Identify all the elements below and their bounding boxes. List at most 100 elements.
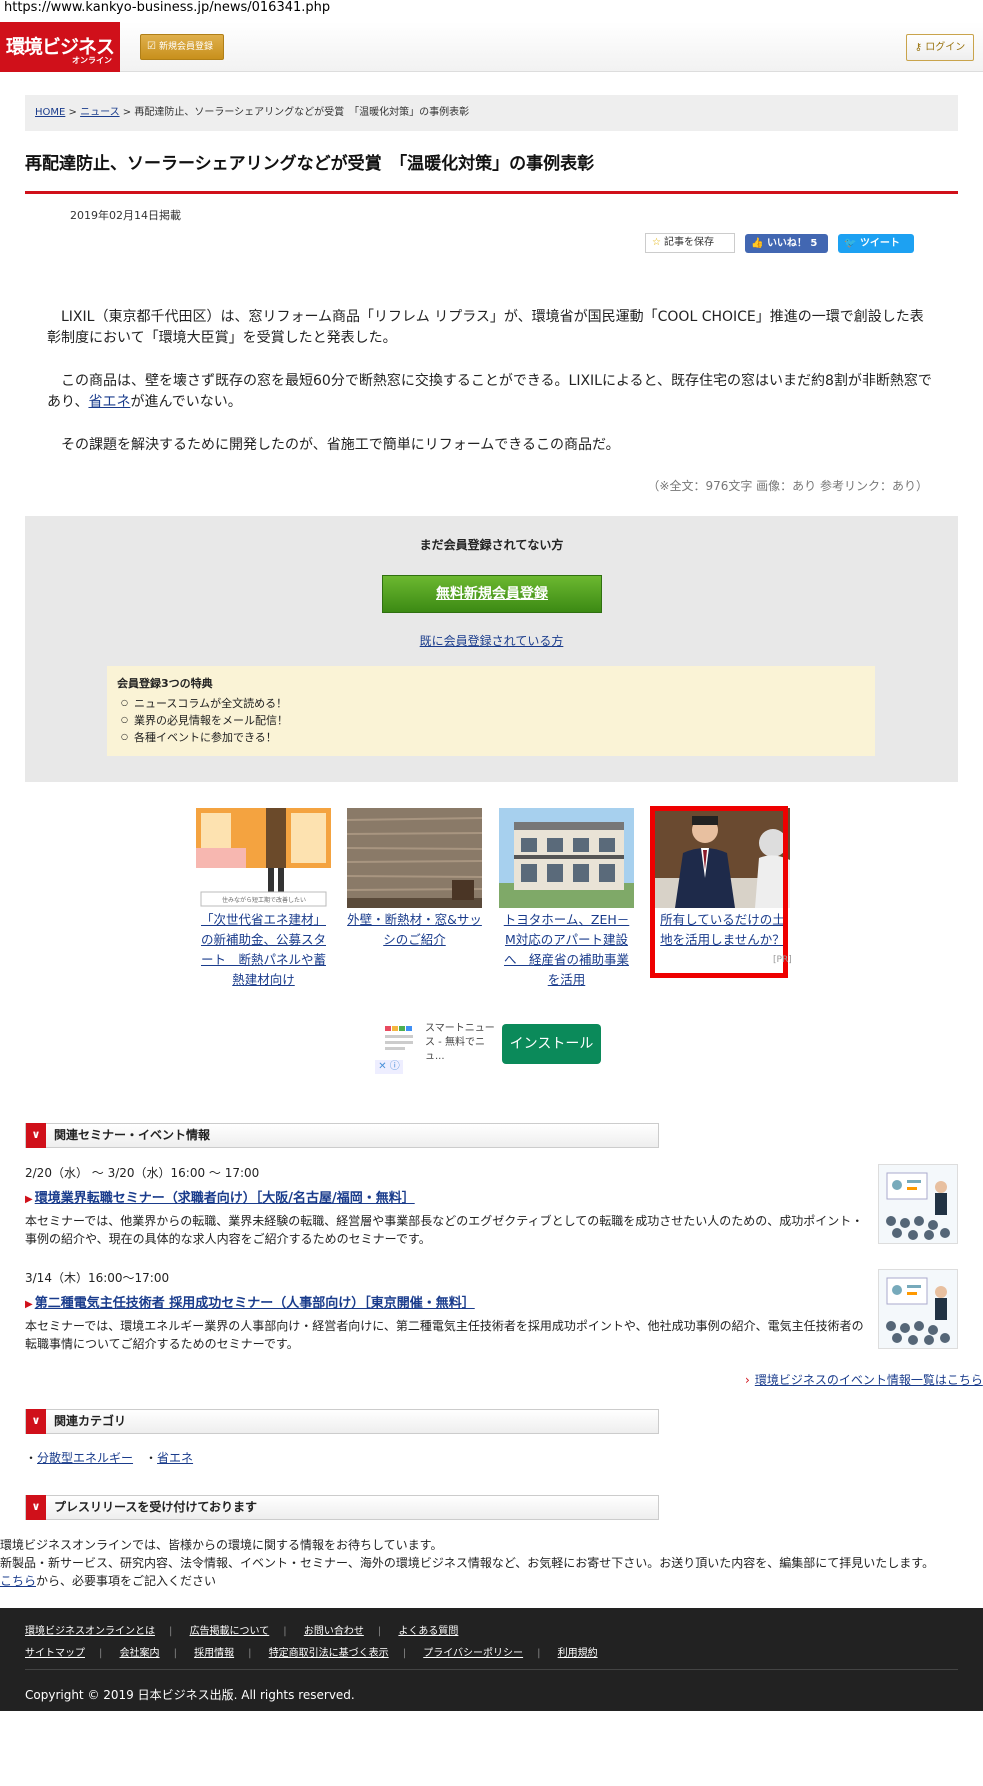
ad-link-text[interactable]: 外壁・断熱材・窓&サッシのご紹介 bbox=[347, 910, 482, 950]
facebook-like-button[interactable]: 👍 いいね！ 5 bbox=[745, 234, 828, 253]
ad-close-icon[interactable]: ✕ ⓘ bbox=[375, 1060, 403, 1074]
ad-image-wall[interactable] bbox=[347, 808, 482, 908]
breadcrumb-current: 再配達防止、ソーラーシェアリングなどが受賞 「温暖化対策」の事例表彰 bbox=[134, 107, 470, 118]
event-title[interactable]: 環境業界転職セミナー（求職者向け）［大阪/名古屋/福岡・無料］ bbox=[35, 1191, 415, 1206]
event-title-link[interactable]: ▶ 第二種電気主任技術者 採用成功セミナー（人事部向け）［東京開催・無料］ bbox=[25, 1292, 475, 1311]
ad-item-2[interactable]: 外壁・断熱材・窓&サッシのご紹介 bbox=[347, 808, 482, 950]
page-title: 再配達防止、ソーラーシェアリングなどが受賞 「温暖化対策」の事例表彰 bbox=[25, 154, 595, 174]
ad-image-apartment[interactable] bbox=[499, 808, 634, 908]
login-label: ログイン bbox=[925, 42, 966, 53]
footer-link[interactable]: 採用情報 bbox=[194, 1648, 234, 1659]
event-title[interactable]: 第二種電気主任技術者 採用成功セミナー（人事部向け）［東京開催・無料］ bbox=[35, 1296, 475, 1311]
footer-link[interactable]: お問い合わせ bbox=[304, 1626, 364, 1637]
press-here-link[interactable]: こちら bbox=[0, 1574, 36, 1588]
section-header-seminars: ∨ 関連セミナー・イベント情報 bbox=[25, 1123, 659, 1148]
key-icon: ⚷ bbox=[914, 42, 926, 53]
smartnews-app-icon bbox=[383, 1024, 417, 1058]
ad-link-text[interactable]: トヨタホーム、ZEH－M対応のアパート建設へ 経産省の補助事業を活用 bbox=[499, 910, 634, 990]
twitter-bird-icon: 🐦 bbox=[844, 238, 860, 249]
chevron-right-icon: › bbox=[745, 1373, 750, 1387]
breadcrumb-home[interactable]: HOME bbox=[35, 107, 65, 118]
footer-divider bbox=[25, 1669, 958, 1670]
register-label: 新規会員登録 bbox=[158, 42, 213, 52]
footer-link[interactable]: 特定商取引法に基づく表示 bbox=[269, 1648, 389, 1659]
ad-link-text[interactable]: 「次世代省エネ建材」の新補助金、公募スタート 断熱パネルや蓄熱建材向け bbox=[196, 910, 331, 990]
copyright: Copyright © 2019 日本ビジネス出版. All rights re… bbox=[25, 1688, 355, 1702]
registration-question: まだ会員登録されてない方 bbox=[419, 538, 564, 552]
category-link[interactable]: 省エネ bbox=[157, 1451, 193, 1465]
energy-saving-link[interactable]: 省エネ bbox=[88, 394, 130, 410]
login-button[interactable]: ⚷ ログイン bbox=[906, 34, 974, 61]
title-divider bbox=[25, 191, 958, 194]
event-description: 本セミナーでは、他業界からの転職、業界未経験の転職、経営層や事業部長などのエグゼ… bbox=[25, 1214, 864, 1246]
footer-link[interactable]: 利用規約 bbox=[558, 1648, 598, 1659]
seminar-illustration[interactable] bbox=[878, 1164, 958, 1244]
star-icon: ☆ bbox=[652, 237, 661, 248]
chevron-down-icon: ∨ bbox=[26, 1123, 46, 1148]
footer-link[interactable]: 会社案内 bbox=[120, 1648, 160, 1659]
arrow-icon: ▶ bbox=[25, 1194, 33, 1205]
highlight-frame bbox=[650, 806, 788, 978]
press-line-3: こちらから、必要事項をご記入ください bbox=[0, 1572, 983, 1590]
member-perks: 会員登録3つの特典 ニュースコラムが全文読める！ 業界の必見情報をメール配信！ … bbox=[107, 666, 875, 756]
install-button[interactable]: インストール bbox=[502, 1024, 601, 1064]
site-footer: 環境ビジネスオンラインとは | 広告掲載について | お問い合わせ | よくある質問 … bbox=[0, 1608, 983, 1711]
tweet-label: ツイート bbox=[859, 238, 900, 249]
footer-link[interactable]: サイトマップ bbox=[25, 1648, 85, 1659]
footer-link[interactable]: 環境ビジネスオンラインとは bbox=[25, 1626, 155, 1637]
section-title: 関連カテゴリ bbox=[54, 1414, 127, 1428]
registration-box: まだ会員登録されてない方 無料新規会員登録 既に会員登録されている方 会員登録3… bbox=[25, 516, 958, 782]
perks-title: 会員登録3つの特典 bbox=[117, 677, 213, 690]
event-list-link-wrap: › 環境ビジネスのイベント情報一覧はこちら bbox=[745, 1371, 983, 1388]
footer-link[interactable]: よくある質問 bbox=[398, 1626, 458, 1637]
chevron-down-icon: ∨ bbox=[26, 1495, 46, 1520]
seminar-illustration[interactable] bbox=[878, 1269, 958, 1349]
thumbs-up-icon: 👍 bbox=[751, 238, 767, 249]
footer-row-1: 環境ビジネスオンラインとは | 広告掲載について | お問い合わせ | よくある質問 bbox=[25, 1626, 459, 1637]
ad-item-1[interactable]: 住みながら短工期で改善したい 「次世代省エネ建材」の新補助金、公募スタート 断熱… bbox=[196, 808, 331, 990]
save-article-button[interactable]: ☆ 記事を保存 bbox=[645, 233, 735, 253]
section-header-press: ∨ プレスリリースを受け付けております bbox=[25, 1495, 659, 1520]
app-install-ad[interactable]: スマートニュース - 無料でニュ... インストール ✕ ⓘ bbox=[375, 1018, 605, 1076]
category-link[interactable]: 分散型エネルギー bbox=[37, 1451, 133, 1465]
check-icon: ☑ bbox=[147, 41, 156, 52]
press-line-1: 環境ビジネスオンラインでは、皆様からの環境に関する情報をお待ちしています。 bbox=[0, 1538, 443, 1552]
breadcrumb-news[interactable]: ニュース bbox=[80, 107, 120, 118]
ad-item-3[interactable]: トヨタホーム、ZEH－M対応のアパート建設へ 経産省の補助事業を活用 bbox=[499, 808, 634, 990]
save-label: 記事を保存 bbox=[663, 237, 714, 248]
app-ad-text: スマートニュース - 無料でニュ... bbox=[425, 1023, 495, 1062]
article-meta: （※全文：976文字 画像：あり 参考リンク：あり） bbox=[647, 479, 928, 493]
footer-link[interactable]: プライバシーポリシー bbox=[423, 1648, 523, 1659]
already-member-wrap: 既に会員登録されている方 bbox=[25, 632, 958, 649]
ad-pr-badge: [PR] bbox=[773, 955, 792, 965]
tweet-button[interactable]: 🐦 ツイート bbox=[838, 234, 914, 253]
logo-sub: オンライン bbox=[72, 56, 112, 65]
press-release-text: 環境ビジネスオンラインでは、皆様からの環境に関する情報をお待ちしています。 新製… bbox=[0, 1536, 983, 1590]
perk-item: 業界の必見情報をメール配信！ bbox=[121, 712, 865, 729]
article-paragraph-2: この商品は、壁を壊さず既存の窓を最短60分で断熱窓に交換することができる。LIX… bbox=[47, 371, 937, 413]
p2-text-b: が進んでいない。 bbox=[130, 394, 242, 410]
perk-item: ニュースコラムが全文読める！ bbox=[121, 695, 865, 712]
footer-row-2: サイトマップ | 会社案内 | 採用情報 | 特定商取引法に基づく表示 | プライバシー… bbox=[25, 1648, 598, 1659]
free-register-button[interactable]: 無料新規会員登録 bbox=[382, 575, 602, 613]
press-line-2: 新製品・新サービス、研究内容、法令情報、イベント・セミナー、海外の環境ビジネス情… bbox=[0, 1556, 935, 1570]
section-title: プレスリリースを受け付けております bbox=[54, 1500, 258, 1514]
already-member-link[interactable]: 既に会員登録されている方 bbox=[420, 634, 564, 648]
site-logo[interactable]: 環境ビジネス オンライン bbox=[0, 22, 120, 72]
chevron-down-icon: ∨ bbox=[26, 1409, 46, 1434]
article-date: 2019年02月14日掲載 bbox=[70, 209, 181, 222]
article-paragraph-1: LIXIL（東京都千代田区）は、窓リフォーム商品「リフレム リプラス」が、環境省… bbox=[47, 309, 924, 346]
category-links: ・分散型エネルギー ・省エネ bbox=[25, 1451, 194, 1465]
arrow-icon: ▶ bbox=[25, 1299, 33, 1310]
event-title-link[interactable]: ▶ 環境業界転職セミナー（求職者向け）［大阪/名古屋/福岡・無料］ bbox=[25, 1187, 415, 1206]
address-bar-url[interactable]: https://www.kankyo-business.jp/news/0163… bbox=[4, 0, 330, 15]
footer-link[interactable]: 広告掲載について bbox=[190, 1626, 270, 1637]
ad-image-caption: 住みながら短工期で改善したい bbox=[222, 897, 307, 904]
ad-image-building-materials[interactable]: 住みながら短工期で改善したい bbox=[196, 808, 331, 908]
register-button[interactable]: ☑ 新規会員登録 bbox=[140, 34, 224, 60]
event-date: 3/14（木）16:00～17:00 bbox=[25, 1271, 170, 1285]
event-description: 本セミナーでは、環境エネルギー業界の人事部向け・経営者向けに、第二種電気主任技術… bbox=[25, 1319, 864, 1351]
article-paragraph-3: その課題を解決するために開発したのが、省施工で簡単にリフォームできるこの商品だ。 bbox=[61, 437, 620, 453]
event-list-link[interactable]: 環境ビジネスのイベント情報一覧はこちら bbox=[755, 1373, 983, 1387]
site-header: 環境ビジネス オンライン ☑ 新規会員登録 ⚷ ログイン bbox=[0, 22, 983, 72]
